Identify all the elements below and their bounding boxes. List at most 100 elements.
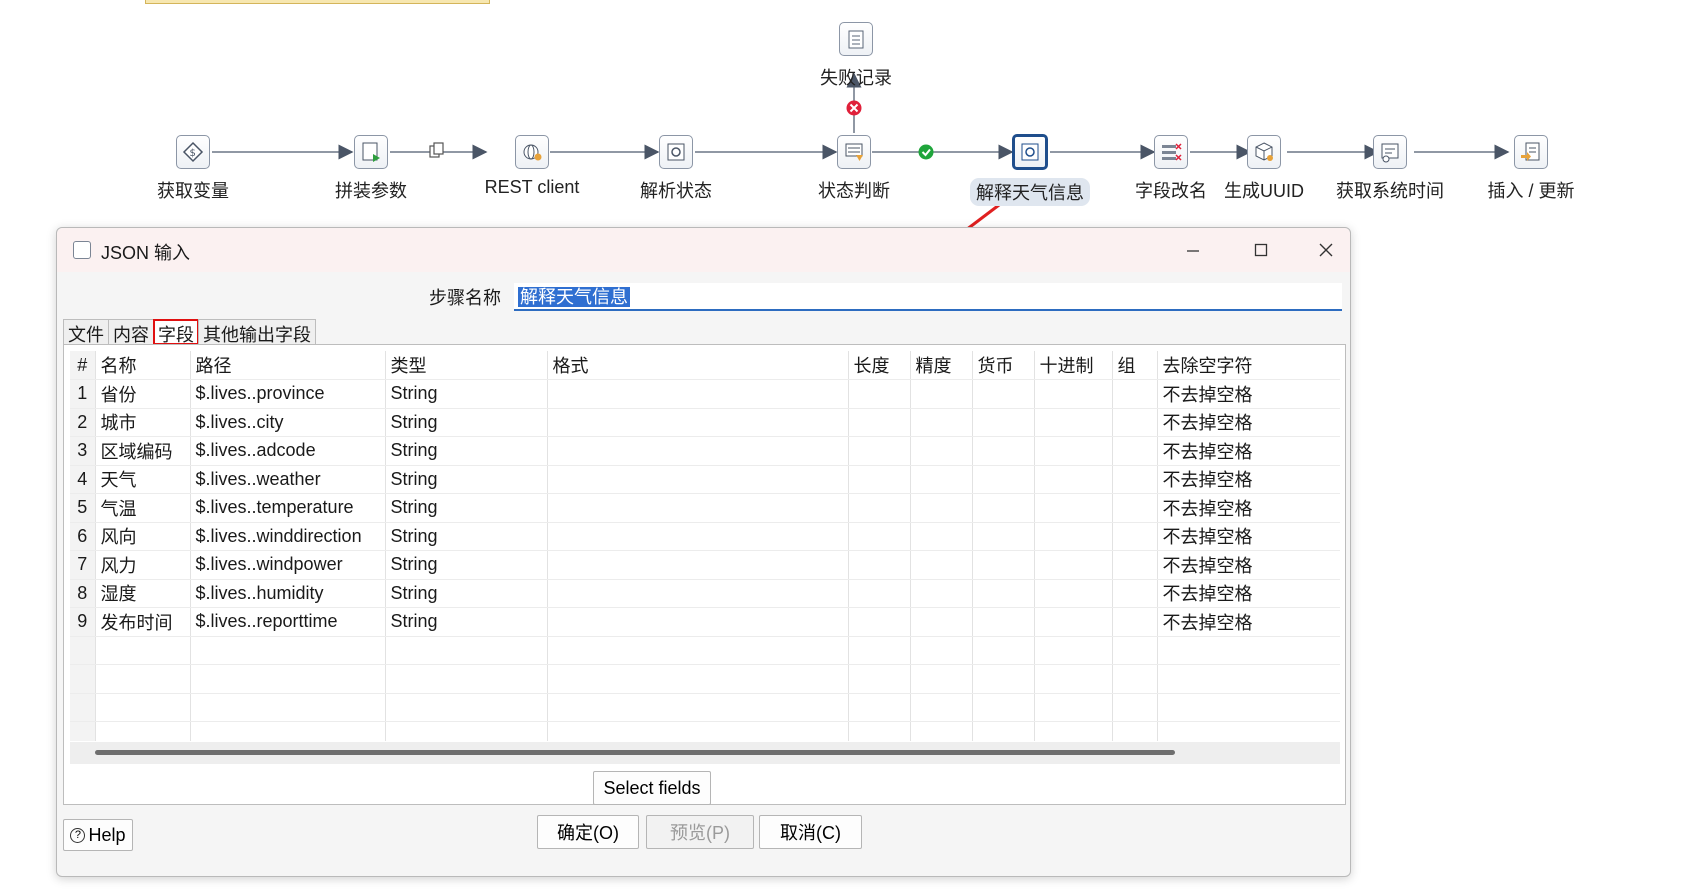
field-name-cell[interactable]: 城市 [95,408,191,437]
table-row[interactable]: 4 天气 $.lives..weather String 不去掉空格 [70,465,1340,494]
empty-cell[interactable] [385,693,548,722]
flow-node-build-params[interactable]: 拼装参数 [301,135,441,203]
row-number[interactable]: 9 [70,607,96,637]
empty-cell[interactable] [1112,693,1158,722]
field-name-cell[interactable]: 湿度 [95,579,191,608]
field-precision-cell[interactable] [910,465,973,494]
field-length-cell[interactable] [848,379,911,409]
column-header[interactable]: 货币 [972,351,1035,380]
field-trim-cell[interactable]: 不去掉空格 [1157,550,1340,580]
minimize-button[interactable] [1170,234,1216,266]
field-group-cell[interactable] [1112,550,1158,580]
empty-cell[interactable] [70,664,96,694]
field-type-cell[interactable]: String [385,493,548,523]
field-length-cell[interactable] [848,493,911,523]
empty-cell[interactable] [910,693,973,722]
empty-cell[interactable] [190,636,386,665]
help-button[interactable]: ? Help [63,819,133,851]
field-precision-cell[interactable] [910,493,973,523]
field-currency-cell[interactable] [972,522,1035,551]
ok-button[interactable]: 确定(O) [537,815,639,849]
empty-cell[interactable] [1034,693,1113,722]
scrollbar-thumb[interactable] [95,750,1175,755]
field-decimal-cell[interactable] [1034,522,1113,551]
empty-cell[interactable] [1034,721,1113,741]
field-format-cell[interactable] [547,465,849,494]
field-currency-cell[interactable] [972,408,1035,437]
field-group-cell[interactable] [1112,493,1158,523]
empty-cell[interactable] [1157,636,1340,665]
flow-node-get-variables[interactable]: $ 获取变量 [123,135,263,203]
empty-cell[interactable] [70,636,96,665]
field-path-cell[interactable]: $.lives..city [190,408,386,437]
field-trim-cell[interactable]: 不去掉空格 [1157,607,1340,637]
field-trim-cell[interactable]: 不去掉空格 [1157,436,1340,466]
field-decimal-cell[interactable] [1034,408,1113,437]
field-currency-cell[interactable] [972,465,1035,494]
tab-file[interactable]: 文件 [63,319,109,345]
empty-cell[interactable] [1157,664,1340,694]
select-fields-button[interactable]: Select fields [593,771,711,805]
field-format-cell[interactable] [547,436,849,466]
empty-cell[interactable] [1112,721,1158,741]
flow-node-insert-update[interactable]: 插入 / 更新 [1461,135,1601,203]
empty-cell[interactable] [1112,636,1158,665]
field-length-cell[interactable] [848,436,911,466]
close-button[interactable] [1303,234,1349,266]
field-trim-cell[interactable]: 不去掉空格 [1157,579,1340,608]
field-path-cell[interactable]: $.lives..humidity [190,579,386,608]
empty-cell[interactable] [385,664,548,694]
empty-cell[interactable] [70,693,96,722]
field-name-cell[interactable]: 气温 [95,493,191,523]
dialog-titlebar[interactable]: JSON 输入 [57,228,1350,272]
field-group-cell[interactable] [1112,522,1158,551]
field-precision-cell[interactable] [910,379,973,409]
empty-table-row[interactable] [70,664,1340,694]
field-type-cell[interactable]: String [385,607,548,637]
empty-cell[interactable] [972,693,1035,722]
field-name-cell[interactable]: 天气 [95,465,191,494]
field-format-cell[interactable] [547,607,849,637]
field-type-cell[interactable]: String [385,522,548,551]
table-row[interactable]: 2 城市 $.lives..city String 不去掉空格 [70,408,1340,437]
field-trim-cell[interactable]: 不去掉空格 [1157,408,1340,437]
table-row[interactable]: 1 省份 $.lives..province String 不去掉空格 [70,379,1340,409]
flow-node-status-check[interactable]: 状态判断 [784,135,924,203]
empty-cell[interactable] [547,664,849,694]
field-format-cell[interactable] [547,493,849,523]
empty-cell[interactable] [95,636,191,665]
field-length-cell[interactable] [848,522,911,551]
empty-cell[interactable] [848,664,911,694]
empty-cell[interactable] [1034,664,1113,694]
field-decimal-cell[interactable] [1034,436,1113,466]
field-length-cell[interactable] [848,607,911,637]
table-row[interactable]: 8 湿度 $.lives..humidity String 不去掉空格 [70,579,1340,608]
field-format-cell[interactable] [547,408,849,437]
field-name-cell[interactable]: 发布时间 [95,607,191,637]
field-length-cell[interactable] [848,579,911,608]
row-number[interactable]: 4 [70,465,96,494]
column-header[interactable]: 组 [1112,351,1158,380]
field-path-cell[interactable]: $.lives..reporttime [190,607,386,637]
row-number[interactable]: 5 [70,493,96,523]
column-header[interactable]: 精度 [910,351,973,380]
table-row[interactable]: 9 发布时间 $.lives..reporttime String 不去掉空格 [70,607,1340,637]
field-trim-cell[interactable]: 不去掉空格 [1157,493,1340,523]
flow-node-rest-client[interactable]: REST client [462,135,602,198]
empty-cell[interactable] [1112,664,1158,694]
row-number[interactable]: 8 [70,579,96,608]
preview-button[interactable]: 预览(P) [646,815,754,849]
empty-cell[interactable] [70,721,96,741]
field-currency-cell[interactable] [972,436,1035,466]
column-header[interactable]: 类型 [385,351,548,380]
field-type-cell[interactable]: String [385,579,548,608]
field-format-cell[interactable] [547,550,849,580]
field-precision-cell[interactable] [910,607,973,637]
empty-cell[interactable] [95,721,191,741]
empty-cell[interactable] [385,721,548,741]
field-name-cell[interactable]: 风力 [95,550,191,580]
field-group-cell[interactable] [1112,379,1158,409]
empty-cell[interactable] [848,693,911,722]
tab-fields[interactable]: 字段 [153,319,199,345]
field-trim-cell[interactable]: 不去掉空格 [1157,465,1340,494]
